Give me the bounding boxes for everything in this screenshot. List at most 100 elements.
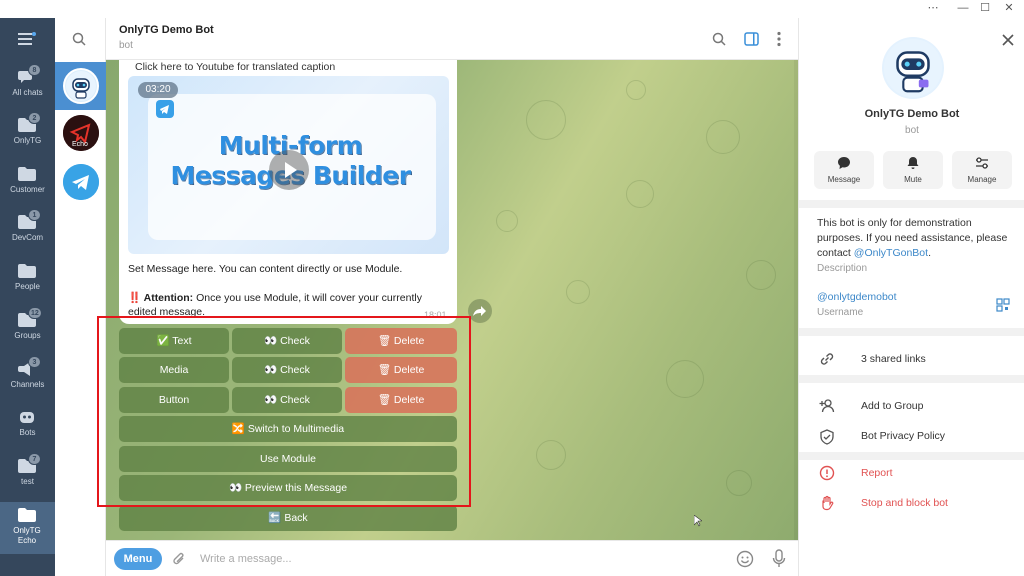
privacy-policy-row[interactable]: Bot Privacy Policy	[861, 430, 945, 442]
window-titlebar: ⋯ — ☐ ✕	[0, 0, 1024, 18]
folder-badge: 12	[28, 307, 42, 319]
profile-avatar[interactable]	[882, 37, 944, 99]
folder-all-chats[interactable]: 8 All chats	[0, 64, 55, 110]
manage-action-button[interactable]: Manage	[952, 151, 1012, 189]
message-icon	[838, 157, 850, 169]
folder-icon	[18, 167, 36, 181]
folder-customer[interactable]: Customer	[0, 161, 55, 207]
kb-back-button[interactable]: 🔙 Back	[119, 505, 457, 531]
telegram-window: ⋯ — ☐ ✕ 8 All chats 2 OnlyTG Customer 1 …	[0, 0, 1024, 576]
message-input[interactable]	[200, 549, 720, 569]
stop-block-row[interactable]: Stop and block bot	[861, 497, 948, 509]
username-link[interactable]: @onlytgdemobot	[817, 291, 897, 303]
chat-header: OnlyTG Demo Bot bot	[106, 18, 798, 60]
folder-badge: 7	[28, 453, 41, 465]
video-preview[interactable]: 03:20 Multi-form Messages Builder	[128, 76, 449, 254]
folder-label: People	[15, 282, 40, 291]
description-end: .	[928, 247, 931, 259]
divider	[799, 452, 1024, 460]
minimize-button[interactable]: —	[952, 1, 974, 15]
composer: Menu	[106, 540, 798, 576]
divider	[799, 375, 1024, 383]
profile-name: OnlyTG Demo Bot	[864, 108, 960, 120]
add-user-icon	[819, 399, 835, 413]
highlight-box	[97, 316, 471, 507]
folder-icon	[18, 264, 36, 278]
attention-text: Once you use Module, it will cover your …	[193, 292, 422, 304]
main-menu-icon[interactable]	[18, 32, 36, 46]
folder-badge: 2	[28, 112, 41, 124]
video-duration: 03:20	[138, 82, 178, 98]
attention-label: Attention:	[143, 292, 194, 304]
maximize-button[interactable]: ☐	[974, 1, 996, 15]
folder-badge: 8	[28, 64, 41, 76]
folder-onlytg[interactable]: 2 OnlyTG	[0, 112, 55, 158]
emoji-icon[interactable]	[736, 550, 754, 568]
sliders-icon	[976, 157, 988, 169]
folder-icon	[18, 508, 36, 522]
sidebar-toggle-icon[interactable]	[744, 32, 759, 46]
more-options-icon[interactable]	[776, 31, 782, 47]
folder-test[interactable]: 7 test	[0, 453, 55, 499]
link-icon	[820, 353, 834, 365]
message-action-label: Message	[827, 175, 861, 184]
profile-status: bot	[905, 125, 919, 136]
contact-link[interactable]: @OnlyTGonBot	[854, 247, 928, 259]
folder-label: DevCom	[11, 233, 44, 242]
telegram-avatar[interactable]	[63, 164, 99, 200]
report-row[interactable]: Report	[861, 467, 893, 479]
divider	[799, 200, 1024, 208]
folder-label: OnlyTG Echo	[13, 526, 41, 545]
attach-icon[interactable]	[172, 551, 186, 567]
chat-status: bot	[119, 40, 133, 51]
shared-links-row[interactable]: 3 shared links	[861, 353, 926, 365]
bot-menu-button[interactable]: Menu	[114, 548, 162, 570]
folder-label: Bots	[19, 428, 36, 437]
folder-sidebar: 8 All chats 2 OnlyTG Customer 1 DevCom P…	[0, 18, 55, 576]
manage-action-label: Manage	[967, 175, 997, 184]
folder-bots[interactable]: Bots	[0, 404, 55, 450]
close-icon[interactable]	[1002, 33, 1014, 46]
folder-label: Customer	[10, 185, 45, 194]
folder-people[interactable]: People	[0, 258, 55, 304]
qr-code-icon[interactable]	[996, 298, 1010, 312]
bell-icon	[907, 157, 919, 169]
message-body: Set Message here. You can content direct…	[128, 263, 403, 275]
add-to-group-row[interactable]: Add to Group	[861, 400, 923, 412]
mouse-cursor-icon	[693, 514, 703, 527]
folder-label: Groups	[14, 331, 41, 340]
folder-label: OnlyTG	[13, 136, 42, 145]
close-window-button[interactable]: ✕	[998, 1, 1020, 15]
forward-icon[interactable]	[468, 299, 492, 323]
echo-avatar[interactable]: Echo	[63, 115, 99, 151]
folder-channels[interactable]: 3 Channels	[0, 356, 55, 402]
mute-action-button[interactable]: Mute	[883, 151, 943, 189]
bot-avatar[interactable]	[63, 68, 99, 104]
description-label: Description	[817, 263, 868, 274]
more-window-button[interactable]: ⋯	[922, 1, 944, 15]
bots-icon	[20, 412, 34, 423]
search-icon[interactable]	[72, 32, 86, 46]
telegram-icon	[156, 100, 174, 118]
search-icon[interactable]	[712, 32, 726, 46]
report-icon	[819, 465, 835, 481]
youtube-caption-link[interactable]: Click here to Youtube for translated cap…	[135, 61, 335, 73]
folder-label: Channels	[10, 380, 45, 389]
folder-label: test	[21, 477, 34, 486]
microphone-icon[interactable]	[772, 549, 786, 569]
play-icon[interactable]	[269, 150, 309, 190]
hand-icon	[822, 495, 834, 511]
folder-devcom[interactable]: 1 DevCom	[0, 209, 55, 255]
svg-text:Echo: Echo	[72, 141, 88, 148]
mute-action-label: Mute	[904, 175, 922, 184]
username-label: Username	[817, 307, 864, 318]
bot-description: This bot is only for demonstration purpo…	[817, 216, 1012, 261]
message-action-button[interactable]: Message	[814, 151, 874, 189]
chat-title[interactable]: OnlyTG Demo Bot	[119, 24, 214, 36]
folder-label: All chats	[12, 88, 43, 97]
folder-groups[interactable]: 12 Groups	[0, 307, 55, 353]
folder-badge: 1	[28, 209, 41, 221]
folder-badge: 3	[28, 356, 41, 368]
shield-icon	[820, 429, 834, 445]
folder-onlytg-echo[interactable]: OnlyTG Echo	[0, 502, 55, 554]
